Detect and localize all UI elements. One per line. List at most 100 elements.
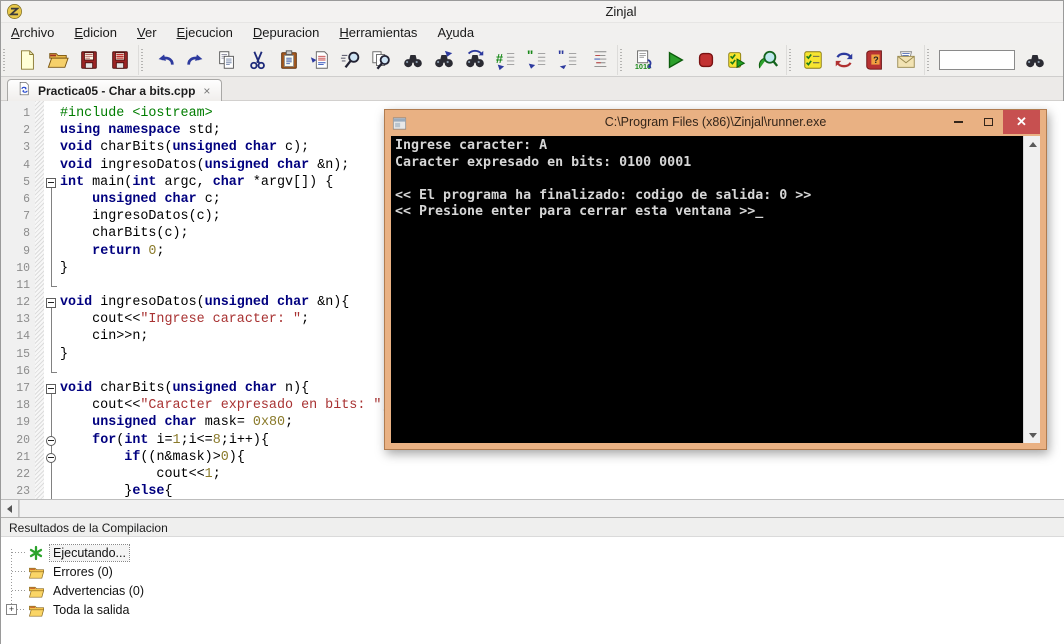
tree-item[interactable]: + Toda la salida	[1, 600, 1064, 619]
undo-button[interactable]	[149, 45, 180, 75]
line-number: 19	[16, 416, 30, 430]
code-line[interactable]: 22 cout<<1;	[1, 465, 1064, 484]
grip-handle-icon[interactable]	[789, 48, 793, 71]
menu-edicion[interactable]: Edicion	[64, 23, 127, 43]
save-all-button[interactable]	[104, 45, 135, 75]
zinjal-window: Zinjal Archivo Edicion Ver Ejecucion Depurac…	[0, 0, 1064, 644]
tree-item[interactable]: Errores (0)	[1, 562, 1064, 581]
console-scrollbar[interactable]	[1023, 136, 1040, 443]
line-number: 14	[16, 330, 30, 344]
fold-collapse-icon[interactable]	[46, 177, 56, 188]
paste-icon	[278, 49, 300, 71]
send-feedback-button[interactable]	[890, 45, 921, 75]
quick-find-icon	[340, 49, 362, 71]
console-line: << El programa ha finalizado: codigo de …	[395, 187, 812, 203]
goto-line-icon: #	[495, 49, 517, 71]
find-in-files-icon	[371, 49, 393, 71]
tab-practica05[interactable]: Practica05 - Char a bits.cpp ×	[7, 79, 223, 101]
scroll-up-button[interactable]	[1024, 136, 1041, 152]
tree-connector	[12, 590, 26, 591]
fold-collapse-icon[interactable]	[46, 435, 56, 446]
open-file-button[interactable]	[42, 45, 73, 75]
chevron-left-icon	[7, 504, 12, 513]
run-button[interactable]	[659, 45, 690, 75]
paste-button[interactable]	[273, 45, 304, 75]
new-file-button[interactable]	[11, 45, 42, 75]
tab-label: Practica05 - Char a bits.cpp	[38, 83, 196, 98]
grip-handle-icon[interactable]	[927, 48, 931, 71]
console-title-bar[interactable]: C:\Program Files (x86)\Zinjal\runner.exe…	[385, 110, 1046, 136]
compile-button[interactable]: 1010	[628, 45, 659, 75]
running-icon	[28, 545, 46, 561]
line-number: 18	[16, 399, 30, 413]
tab-close-icon[interactable]: ×	[201, 84, 212, 98]
comment-button[interactable]: "	[521, 45, 552, 75]
new-file-icon	[16, 49, 38, 71]
fold-margin	[44, 362, 60, 380]
quick-find-button[interactable]	[335, 45, 366, 75]
tasks-list-button[interactable]	[797, 45, 828, 75]
fold-margin	[44, 225, 60, 243]
fold-margin	[44, 414, 60, 432]
find-next-button[interactable]	[428, 45, 459, 75]
menu-ayuda[interactable]: Ayuda	[427, 23, 484, 43]
toolbar-group: ?	[786, 44, 924, 75]
find-next-icon	[433, 49, 455, 71]
expand-plus-icon[interactable]: +	[6, 604, 17, 615]
line-number: 5	[23, 175, 30, 189]
toolbar-group	[924, 44, 1053, 75]
line-number: 16	[16, 364, 30, 378]
redo-button[interactable]	[180, 45, 211, 75]
format-code-button[interactable]	[583, 45, 614, 75]
console-output[interactable]: Ingrese caracter: A Caracter expresado en…	[391, 136, 1023, 443]
toolbar-search-input[interactable]	[939, 49, 1015, 70]
compile-and-run-button[interactable]	[721, 45, 752, 75]
uncomment-button[interactable]: "	[552, 45, 583, 75]
grip-handle-icon[interactable]	[620, 48, 624, 71]
grip-handle-icon[interactable]	[3, 48, 7, 71]
menu-ejecucion[interactable]: Ejecucion	[167, 23, 243, 43]
scrollbar-thumb[interactable]	[20, 500, 1064, 517]
save-file-button[interactable]	[73, 45, 104, 75]
tree-item[interactable]: Advertencias (0)	[1, 581, 1064, 600]
fold-collapse-icon[interactable]	[46, 452, 56, 463]
tree-item-label: Errores (0)	[53, 564, 113, 579]
comment-icon: "	[526, 49, 548, 71]
scroll-down-button[interactable]	[1024, 427, 1041, 443]
grip-handle-icon[interactable]	[141, 48, 145, 71]
menu-herramientas[interactable]: Herramientas	[329, 23, 427, 43]
copy-button[interactable]	[211, 45, 242, 75]
close-button[interactable]: ✕	[1003, 110, 1040, 134]
tree-connector	[12, 552, 26, 553]
runner-console-window[interactable]: C:\Program Files (x86)\Zinjal\runner.exe…	[384, 109, 1047, 450]
search-button[interactable]	[1019, 45, 1050, 75]
console-line: Ingrese caracter: A	[395, 138, 548, 153]
maximize-button[interactable]	[973, 110, 1003, 134]
line-number: 12	[16, 296, 30, 310]
replace-button[interactable]	[459, 45, 490, 75]
code-line[interactable]: 23 }else{	[1, 483, 1064, 499]
fold-collapse-icon[interactable]	[46, 384, 56, 394]
code-line[interactable]: 21 if((n&mask)>0){	[1, 448, 1064, 466]
menu-depuracion[interactable]: Depuracion	[243, 23, 330, 43]
uncomment-icon: "	[557, 49, 579, 71]
scroll-left-button[interactable]	[1, 500, 19, 517]
cut-button[interactable]	[242, 45, 273, 75]
tree-item[interactable]: Ejecutando...	[1, 543, 1064, 562]
menu-archivo[interactable]: Archivo	[1, 23, 64, 43]
editor-horizontal-scrollbar[interactable]	[1, 499, 1064, 517]
debug-button[interactable]	[752, 45, 783, 75]
minimize-button[interactable]	[943, 110, 973, 134]
goto-line-button[interactable]: #	[490, 45, 521, 75]
toolbar-group: # " "	[138, 44, 617, 75]
paste-file-button[interactable]	[304, 45, 335, 75]
stop-button[interactable]	[690, 45, 721, 75]
find-in-files-button[interactable]	[366, 45, 397, 75]
find-button[interactable]	[397, 45, 428, 75]
help-button[interactable]: ?	[859, 45, 890, 75]
fold-collapse-icon[interactable]	[46, 298, 56, 309]
swap-source-header-button[interactable]	[828, 45, 859, 75]
menu-ver[interactable]: Ver	[127, 23, 167, 43]
line-number: 10	[16, 261, 30, 275]
compile-icon: 1010	[633, 49, 655, 71]
